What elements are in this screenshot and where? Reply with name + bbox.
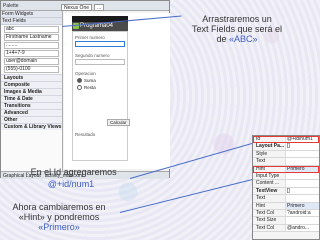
prop-value[interactable]: Primero [285,165,319,172]
palette-section-other[interactable]: Other [1,116,62,123]
prop-value[interactable]: @andro... [285,224,319,232]
callout-mid-line1: ○ En el Id agregaremos [16,167,126,179]
label-primer-numero: Primer numero [75,35,105,40]
prop-value[interactable]: [] [285,187,319,195]
prop-key: Content ... [256,180,280,187]
palette-text-field[interactable]: abc [4,26,59,33]
prop-key: TextView [256,187,278,194]
properties-panel: Id @+id/num1 Layout Pa...[] Style Text Hi… [252,135,320,240]
edit-text-num1[interactable] [75,41,125,47]
radio-off-icon [77,85,82,90]
prop-value[interactable]: ?android:a [285,209,319,217]
prop-key: Hint [256,202,265,209]
prop-row-textview[interactable]: TextView [] [253,187,319,196]
prop-value[interactable]: [] [285,143,319,150]
palette-password-field[interactable]: ........ [4,42,59,49]
prop-key: Text Col [256,224,275,231]
callout-bottom-line2: «Hint» y pondremos [18,212,100,222]
prop-row-text-2[interactable]: Text [253,195,319,203]
radio-suma-label: Suma [84,78,96,83]
prop-value[interactable]: Primero [285,202,319,209]
tab-palette[interactable]: Palette [3,3,19,9]
palette-panel: Form Widgets Text Fields abc Firstname L… [1,11,63,179]
radio-on-icon [77,78,82,83]
prop-row-content-desc[interactable]: Content ... [253,180,319,188]
prop-row-input-type[interactable]: Input Type [253,172,319,181]
prop-row-text-color[interactable]: Text Col ?android:a [253,209,319,218]
callout-bottom-accent: «Primero» [38,222,80,232]
prop-key: Input Type [256,172,280,179]
prop-row-hint[interactable]: Hint Primero [253,165,319,173]
phone-screen: Primer numero Segundo numero Operacion S… [72,31,130,161]
palette-phone-field[interactable]: (555)-0100 [4,66,59,73]
prop-value[interactable] [285,158,319,165]
palette-section-layouts[interactable]: Layouts [1,74,62,81]
prop-key: Id [256,136,261,142]
palette-section-composite[interactable]: Composite [1,81,62,88]
palette-section-advanced[interactable]: Advanced [1,109,62,116]
edit-text-num2[interactable] [75,59,125,65]
palette-number-field[interactable]: 1+4+7-9 [4,50,59,57]
label-segundo-numero: Segundo numero [75,53,110,58]
prop-value[interactable] [285,195,319,202]
callout-top-line3: de «ABC» [172,34,302,44]
prop-key: Style [256,150,268,157]
prop-row-id[interactable]: Id @+id/num1 [253,136,319,144]
radio-resta[interactable]: Resta [77,85,127,90]
callout-top-line2: Text Fields que será el [191,24,283,34]
callout-top-accent: «ABC» [229,34,258,44]
layout-toolbar: Nexus One ... [61,3,105,11]
callout-top-line1: Arrastraremos un [202,14,272,24]
palette-section-transitions[interactable]: Transitions [1,102,62,109]
palette-email-field[interactable]: user@domain [4,58,59,65]
prop-value[interactable]: @+id/num1 [285,136,319,143]
callout-mid-accent: @+id/num1 [47,179,95,189]
palette-section-time-date[interactable]: Time & Date [1,95,62,102]
prop-row-text-size[interactable]: Text Size [253,217,319,225]
callout-mid-text: En el Id agregaremos [30,167,117,177]
prop-row-layout-params[interactable]: Layout Pa...[] [253,143,319,151]
prop-value[interactable] [285,217,319,224]
prop-row-style[interactable]: Style [253,150,319,159]
prop-key: Hint [256,165,265,172]
calcular-button[interactable]: Calcular [107,119,130,126]
prop-value[interactable] [285,180,319,187]
callout-top: Arrastraremos un Text Fields que será el… [172,14,302,44]
label-operacion: Operacion [75,71,96,76]
callout-bottom: Ahora cambiaremos en «Hint» y pondremos … [0,202,118,232]
prop-key: Text [256,195,266,202]
prop-row-text-color-2[interactable]: Text Col @andro... [253,224,319,233]
layout-canvas: Programa04 Primer numero Segundo numero … [64,13,170,169]
device-dropdown[interactable]: Nexus One [61,3,93,11]
palette-section-images-media[interactable]: Images & Media [1,88,62,95]
prop-row-hint-2[interactable]: Hint Primero [253,202,319,210]
theme-dropdown[interactable]: ... [94,3,105,11]
palette-section-text-fields[interactable]: Text Fields [1,18,62,25]
prop-key: Text Col [256,209,275,216]
prop-value[interactable] [285,150,319,158]
prop-row-text[interactable]: Text [253,158,319,166]
prop-key: Text [256,158,266,165]
label-resultado: Resultado [75,132,96,137]
prop-key: Text Size [256,217,277,224]
palette-person-name-field[interactable]: Firstname Lastname [4,34,59,41]
palette-section-custom-views[interactable]: Custom & Library Views [1,123,62,130]
callout-mid: ○ En el Id agregaremos @+id/num1 [16,167,126,189]
callout-top-de: de [216,34,227,44]
radio-resta-label: Resta [84,85,96,90]
prop-value[interactable] [285,172,319,180]
radio-suma[interactable]: Suma [77,78,127,83]
ide-window: Palette Nexus One ... Form Widgets Text … [0,0,170,179]
callout-bottom-line1: Ahora cambiaremos en [12,202,106,212]
palette-section-form-widgets[interactable]: Form Widgets [1,11,62,18]
prop-key: Layout Pa... [256,143,285,150]
